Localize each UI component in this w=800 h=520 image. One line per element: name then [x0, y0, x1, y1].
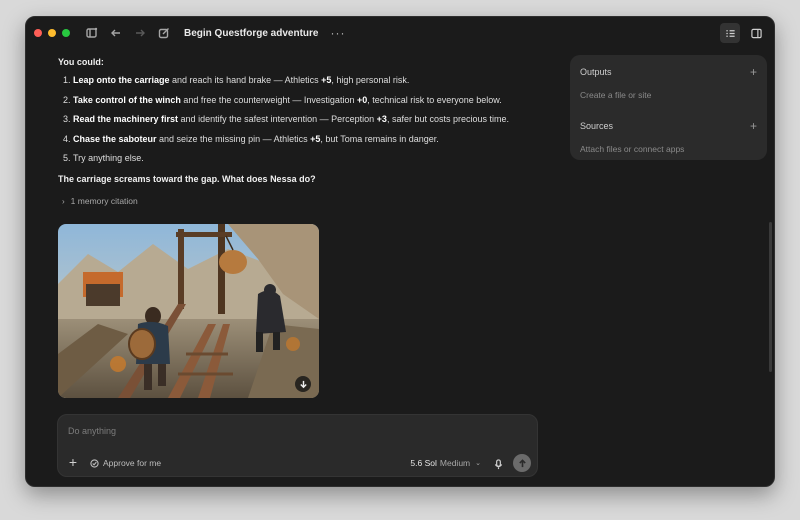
- option-detail: and reach its hand brake — Athletics: [169, 75, 322, 85]
- approve-label: Approve for me: [103, 458, 162, 468]
- option-detail: and identify the safest intervention — P…: [178, 114, 377, 124]
- option-risk: , high personal risk.: [331, 75, 410, 85]
- option-item: Leap onto the carriage and reach its han…: [73, 75, 548, 86]
- outputs-section: Outputs + Create a file or site: [580, 65, 757, 100]
- zoom-window-button[interactable]: [62, 29, 70, 37]
- option-detail: and seize the missing pin — Athletics: [156, 133, 311, 144]
- model-selector[interactable]: 5.6 Sol Medium ⌄: [410, 458, 481, 468]
- option-item: Take control of the winch and free the c…: [73, 95, 548, 106]
- send-button[interactable]: [513, 454, 531, 472]
- attach-plus-icon[interactable]: +: [66, 454, 80, 470]
- option-detail: Try anything else.: [73, 153, 144, 163]
- minimize-window-button[interactable]: [48, 29, 56, 37]
- option-action: Take control of the winch: [73, 94, 181, 105]
- forward-arrow-icon[interactable]: [130, 23, 150, 43]
- generated-scene-image[interactable]: [58, 224, 319, 398]
- panel-toggle-icon[interactable]: [746, 23, 766, 43]
- outputs-hint[interactable]: Create a file or site: [580, 90, 757, 100]
- sources-section: Sources + Attach files or connect apps: [580, 119, 757, 154]
- message-composer: + Approve for me 5.6 Sol Medium ⌄: [57, 414, 538, 477]
- option-risk: , technical risk to everyone below.: [367, 94, 502, 105]
- assistant-message: You could: Leap onto the carriage and re…: [58, 57, 548, 206]
- option-modifier: +3: [376, 114, 387, 124]
- memory-citation-label: 1 memory citation: [70, 196, 138, 206]
- message-input[interactable]: [66, 425, 470, 437]
- chevron-down-icon: ⌄: [475, 460, 481, 467]
- option-modifier: +5: [310, 133, 321, 144]
- option-item: Chase the saboteur and seize the missing…: [73, 134, 548, 145]
- side-panel: Outputs + Create a file or site Sources …: [570, 55, 767, 160]
- prompt-question: The carriage screams toward the gap. Wha…: [58, 174, 316, 184]
- sources-hint[interactable]: Attach files or connect apps: [580, 144, 757, 154]
- scrollbar[interactable]: [769, 222, 772, 372]
- download-image-button[interactable]: [295, 376, 311, 392]
- sidebar-toggle-icon[interactable]: [82, 23, 102, 43]
- new-chat-icon[interactable]: [154, 23, 174, 43]
- close-window-button[interactable]: [34, 29, 42, 37]
- option-action: Leap onto the carriage: [73, 75, 170, 85]
- options-lead: You could:: [58, 57, 104, 67]
- memory-citation-toggle[interactable]: › 1 memory citation: [62, 196, 548, 206]
- option-item: Try anything else.: [73, 153, 548, 164]
- option-action: Read the machinery first: [73, 114, 179, 124]
- more-options-icon[interactable]: ···: [330, 26, 345, 40]
- option-modifier: +0: [356, 94, 368, 105]
- option-risk: , but Toma remains in danger.: [320, 133, 439, 144]
- option-detail: and free the counterweight — Investigati…: [180, 94, 357, 105]
- app-window: Begin Questforge adventure ··· You could…: [25, 16, 775, 487]
- option-modifier: +5: [321, 75, 332, 85]
- model-effort: Medium: [439, 458, 471, 468]
- window-controls: [34, 29, 70, 37]
- task-list-icon[interactable]: [720, 23, 740, 43]
- back-arrow-icon[interactable]: [106, 23, 126, 43]
- approve-for-me-toggle[interactable]: Approve for me: [90, 458, 161, 468]
- option-item: Read the machinery first and identify th…: [73, 114, 548, 125]
- approval-shield-icon: [90, 458, 99, 468]
- title-bar: Begin Questforge adventure ···: [26, 17, 774, 49]
- model-name: 5.6 Sol: [410, 458, 437, 468]
- microphone-icon[interactable]: [493, 457, 505, 470]
- chevron-right-icon: ›: [62, 196, 65, 206]
- conversation-title: Begin Questforge adventure: [184, 27, 319, 39]
- option-risk: , safer but costs precious time.: [386, 114, 509, 124]
- options-list: Leap onto the carriage and reach its han…: [58, 75, 548, 164]
- option-action: Chase the saboteur: [73, 133, 157, 144]
- arrow-up-icon: [518, 458, 526, 467]
- sources-title: Sources: [580, 121, 614, 131]
- download-arrow-icon: [299, 380, 307, 388]
- outputs-title: Outputs: [580, 67, 612, 77]
- add-output-icon[interactable]: +: [750, 65, 757, 79]
- add-source-icon[interactable]: +: [750, 119, 757, 133]
